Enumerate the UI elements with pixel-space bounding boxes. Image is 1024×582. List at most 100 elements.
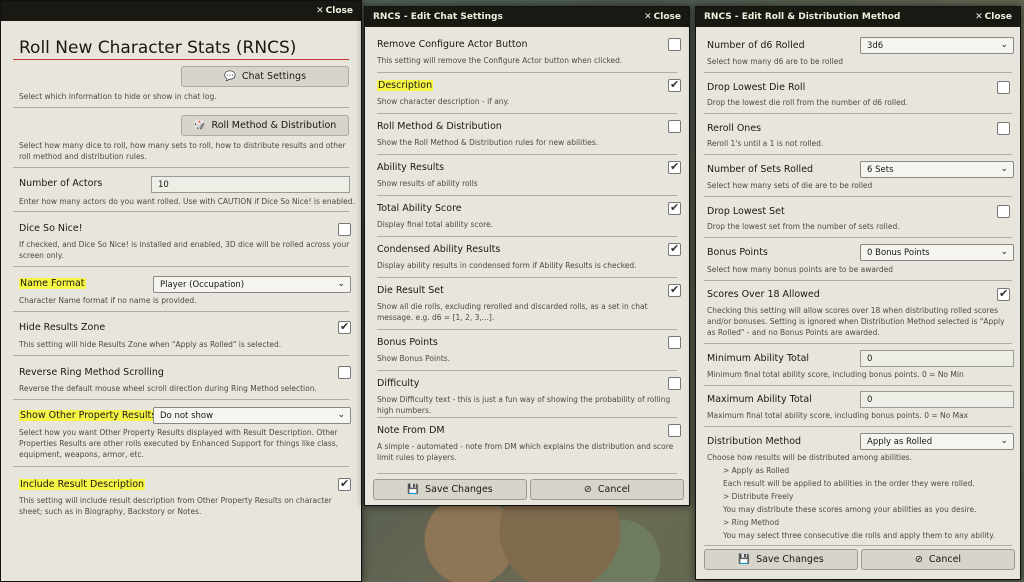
roll-distribution-window: RNCS - Edit Roll & Distribution Method ✕… [695,6,1021,580]
d6-hint: Select how many d6 are to be rolled [707,57,844,66]
max-total-input[interactable]: 0 [860,391,1014,408]
divider [13,211,349,212]
chat-setting-hint: Show the Roll Method & Distribution rule… [377,138,599,147]
reverse-ring-label: Reverse Ring Method Scrolling [19,367,164,378]
divider [704,196,1012,197]
close-icon: ✕ [316,6,324,16]
dsn-checkbox[interactable] [338,223,351,236]
chat-setting-label: Note From DM [377,425,445,436]
hide-results-label: Hide Results Zone [19,322,106,333]
save-changes-button[interactable]: 💾 Save Changes [704,549,858,570]
dice-icon: 🎲 [193,120,206,131]
actors-input[interactable]: 10 [151,176,350,193]
window-title: RNCS - Edit Roll & Distribution Method [704,12,901,22]
d6-select[interactable]: 3d6 ⌄ [860,37,1014,54]
chat-setting-checkbox[interactable] [668,201,681,215]
close-button[interactable]: ✕ Close [975,12,1012,22]
include-desc-checkbox[interactable] [338,477,351,491]
divider [377,236,677,237]
divider [13,466,349,467]
bonus-label: Bonus Points [707,247,768,258]
distribution-option-1: > Apply as Rolled [723,466,790,475]
chat-setting-checkbox[interactable] [668,120,681,133]
divider [13,167,349,168]
chat-setting-checkbox[interactable] [668,336,681,349]
chevron-down-icon: ⌄ [1000,436,1008,446]
distribution-select[interactable]: Apply as Rolled ⌄ [860,433,1014,450]
drop-set-label: Drop Lowest Set [707,206,785,217]
chat-setting-label: Total Ability Score [377,203,462,214]
other-property-label: Show Other Property Results [19,410,158,421]
over18-checkbox[interactable] [997,287,1010,301]
divider [704,426,1012,427]
rncs-settings-window: ✕ Close Roll New Character Stats (RNCS) 💬… [0,0,362,582]
close-button[interactable]: ✕ Close [644,12,681,22]
roll-method-hint: Select how many dice to roll, how many s… [19,141,346,161]
chat-setting-label: Bonus Points [377,337,438,348]
max-total-hint: Maximum final total ability score, inclu… [707,411,969,420]
divider [377,195,677,196]
close-icon: ✕ [644,12,652,22]
chat-setting-checkbox[interactable] [668,78,681,92]
distribution-option-1-desc: Each result will be applied to abilities… [723,479,975,488]
cancel-button[interactable]: ⊘ Cancel [530,479,684,500]
chat-setting-checkbox[interactable] [668,283,681,297]
chat-setting-checkbox[interactable] [668,38,681,51]
close-icon: ✕ [975,12,983,22]
name-format-select[interactable]: Player (Occupation) ⌄ [153,276,351,293]
hide-results-hint: This setting will hide Results Zone when… [19,340,282,349]
divider [704,72,1012,73]
chat-setting-hint: Show results of ability rolls [377,179,478,188]
chat-setting-checkbox[interactable] [668,242,681,256]
divider [13,311,349,312]
cancel-button[interactable]: ⊘ Cancel [861,549,1015,570]
divider [704,113,1012,114]
sets-select[interactable]: 6 Sets ⌄ [860,161,1014,178]
chat-setting-hint: Show all die rolls, excluding rerolled a… [377,302,648,322]
actors-label: Number of Actors [19,178,103,189]
cancel-icon: ⊘ [583,484,592,495]
min-total-input[interactable]: 0 [860,350,1014,367]
max-total-label: Maximum Ability Total [707,394,812,405]
divider [377,370,677,371]
distribution-label: Distribution Method [707,436,802,447]
chevron-down-icon: ⌄ [337,279,345,289]
chat-setting-label: Description [377,80,434,91]
chat-setting-label: Die Result Set [377,285,444,296]
other-property-select[interactable]: Do not show ⌄ [153,407,351,424]
close-button[interactable]: ✕ Close [316,6,353,16]
distribution-option-2: > Distribute Freely [723,492,794,501]
divider [377,277,677,278]
chat-settings-button[interactable]: 💬 Chat Settings [181,66,349,87]
bonus-select[interactable]: 0 Bonus Points ⌄ [860,244,1014,261]
divider [704,280,1012,281]
comments-icon: 💬 [223,71,236,82]
divider [377,113,677,114]
roll-method-button[interactable]: 🎲 Roll Method & Distribution [181,115,349,136]
divider [13,355,349,356]
drop-die-checkbox[interactable] [997,81,1010,94]
chat-setting-hint: Display final total ability score. [377,220,494,229]
chat-setting-hint: Display ability results in condensed for… [377,261,637,270]
reverse-ring-checkbox[interactable] [338,366,351,379]
chat-setting-hint: This setting will remove the Configure A… [377,56,623,65]
window-header: ✕ Close [1,1,361,21]
reroll-checkbox[interactable] [997,122,1010,135]
chat-setting-checkbox[interactable] [668,160,681,174]
save-changes-button[interactable]: 💾 Save Changes [373,479,527,500]
divider [377,473,677,474]
over18-hint: Checking this setting will allow scores … [707,306,1005,337]
chat-settings-hint: Select which information to hide or show… [19,92,217,101]
drop-set-hint: Drop the lowest set from the number of s… [707,222,900,231]
chat-setting-label: Ability Results [377,162,445,173]
chat-setting-checkbox[interactable] [668,424,681,437]
chevron-down-icon: ⌄ [1000,40,1008,50]
drop-set-checkbox[interactable] [997,205,1010,218]
distribution-option-3: > Ring Method [723,518,779,527]
name-format-label: Name Format [19,278,86,289]
divider [704,343,1012,344]
over18-label: Scores Over 18 Allowed [707,289,820,300]
title-underline [13,59,349,60]
chat-setting-checkbox[interactable] [668,377,681,390]
hide-results-checkbox[interactable] [338,320,351,334]
